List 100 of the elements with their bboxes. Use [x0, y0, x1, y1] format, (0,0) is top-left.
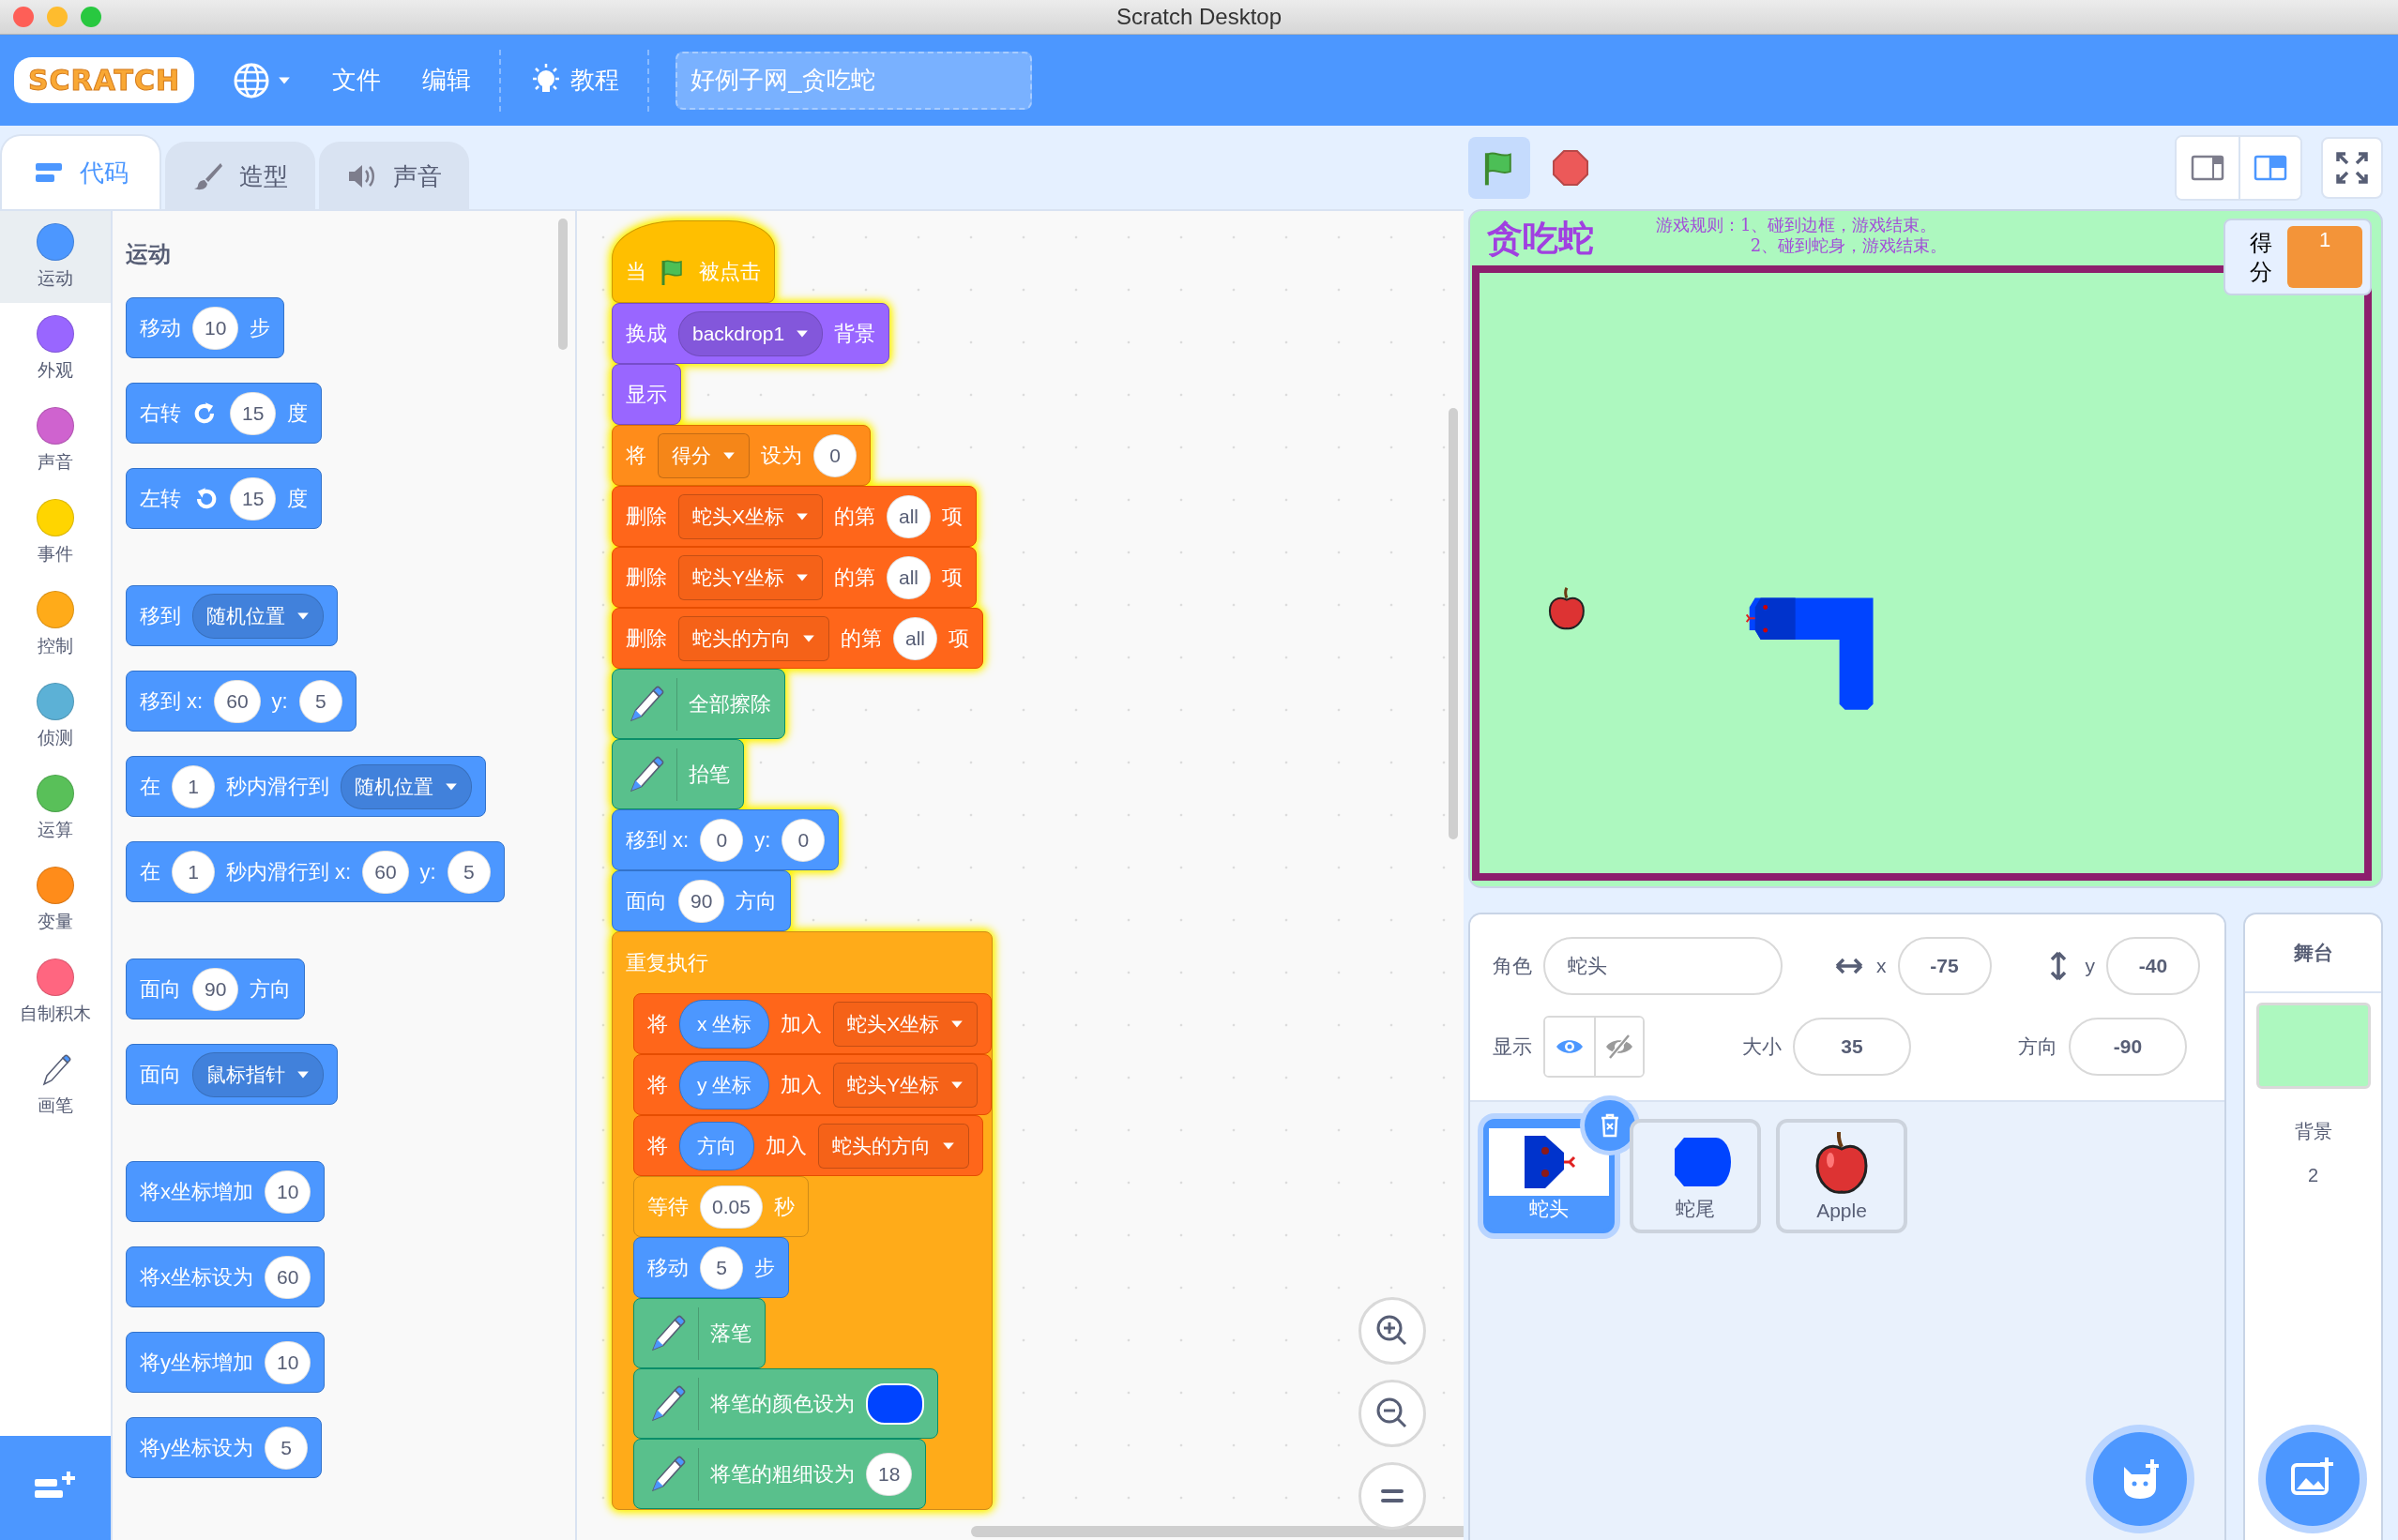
fullscreen-button[interactable]: [2321, 136, 2383, 199]
dropdown-menu[interactable]: 随机位置: [192, 593, 324, 639]
category-item[interactable]: 侦测: [0, 671, 111, 762]
code-block[interactable]: 删除 蛇头Y坐标 的第 all 项: [612, 547, 978, 608]
caret-icon: [796, 328, 810, 339]
block-text: 将: [626, 442, 646, 469]
sprite-tile[interactable]: Apple: [1776, 1119, 1907, 1233]
code-block[interactable]: 将y坐标设为 5: [126, 1417, 322, 1478]
number-input[interactable]: 0: [700, 818, 744, 862]
code-block[interactable]: 面向 90 方向: [612, 870, 792, 931]
code-block[interactable]: 移到 x: 0 y: 0: [612, 809, 840, 870]
number-input[interactable]: 1: [172, 850, 215, 894]
code-block[interactable]: 删除 蛇头X坐标 的第 all 项: [612, 486, 978, 547]
scrollbar[interactable]: [1449, 408, 1458, 839]
block-text: 将y坐标设为: [140, 1434, 253, 1461]
number-input[interactable]: 0: [813, 433, 857, 477]
code-block[interactable]: 显示: [612, 364, 681, 425]
sprite-name-field[interactable]: 蛇头: [1543, 937, 1783, 995]
block-text: 项: [942, 503, 964, 530]
scrollbar[interactable]: [558, 219, 568, 350]
code-block[interactable]: 将x坐标设为 60: [126, 1246, 326, 1307]
globe-icon: [233, 61, 271, 99]
size-field[interactable]: 35: [1793, 1018, 1911, 1076]
code-block[interactable]: 将x坐标增加 10: [126, 1161, 326, 1222]
code-block[interactable]: 面向 鼠标指针: [126, 1044, 338, 1105]
tab[interactable]: 声音: [319, 142, 469, 209]
hide-button[interactable]: [1594, 1018, 1643, 1076]
category-item[interactable]: 自制积木: [0, 946, 111, 1038]
close-button[interactable]: [13, 7, 34, 27]
code-block[interactable]: 移动 5 步: [633, 1237, 789, 1298]
block-text: 项: [942, 564, 964, 591]
dropdown-menu[interactable]: 鼠标指针: [192, 1051, 324, 1097]
x-field[interactable]: -75: [1897, 937, 1992, 995]
number-input[interactable]: 0.05: [700, 1185, 763, 1229]
code-block[interactable]: 左转 15 度: [126, 468, 323, 529]
number-input[interactable]: 60: [362, 850, 409, 894]
apple-sprite[interactable]: [1548, 587, 1585, 630]
number-input[interactable]: 15: [230, 391, 277, 435]
code-block[interactable]: 删除 蛇头的方向 的第 all 项: [612, 608, 983, 669]
category-item[interactable]: 运动: [0, 211, 111, 303]
number-input[interactable]: 5: [447, 850, 491, 894]
field-label: y: [2085, 955, 2095, 977]
code-block[interactable]: 在 1 秒内滑行到 x: 60 y: 5: [126, 841, 505, 902]
maximize-button[interactable]: [81, 7, 101, 27]
scrollbar[interactable]: [971, 1526, 1464, 1537]
backdrop-thumbnail[interactable]: [2255, 1003, 2371, 1089]
y-field[interactable]: -40: [2106, 937, 2200, 995]
number-input[interactable]: 90: [678, 879, 725, 923]
category-item[interactable]: 外观: [0, 303, 111, 395]
block-text: 的第: [834, 564, 875, 591]
block-text: 移到 x:: [626, 826, 690, 853]
sprite-tile[interactable]: 蛇尾: [1630, 1119, 1761, 1233]
start-flag-button[interactable]: [1468, 136, 1530, 199]
color-input[interactable]: [866, 1382, 924, 1425]
code-block[interactable]: 移动 10 步: [126, 297, 285, 358]
snake-sprite[interactable]: [1745, 597, 1874, 710]
code-block[interactable]: 在 1 秒内滑行到 随机位置: [126, 756, 486, 817]
tab[interactable]: 造型: [165, 142, 315, 209]
stage-size-button[interactable]: [2239, 136, 2300, 199]
window-title: Scratch Desktop: [1116, 4, 1282, 30]
number-input[interactable]: 5: [700, 1246, 743, 1290]
number-input[interactable]: 60: [214, 679, 261, 723]
block-text: 的第: [834, 503, 875, 530]
number-input[interactable]: 0: [782, 818, 826, 862]
number-input[interactable]: all: [893, 616, 937, 660]
number-input[interactable]: all: [887, 494, 932, 538]
category-item[interactable]: 运算: [0, 762, 111, 854]
dropdown-menu[interactable]: 随机位置: [341, 763, 472, 809]
number-input[interactable]: 15: [230, 476, 277, 521]
code-block[interactable]: 将 得分 设为 0: [612, 425, 871, 486]
category-item[interactable]: 控制: [0, 579, 111, 671]
stage[interactable]: 贪吃蛇 游戏规则：1、碰到边框，游戏结束。 2、碰到蛇身，游戏结束。 得分 1: [1468, 209, 2383, 888]
block-text: y:: [419, 859, 436, 884]
number-input[interactable]: 10: [265, 1170, 311, 1214]
code-block[interactable]: 将笔的粗细设为 18: [633, 1439, 927, 1509]
code-block[interactable]: 换成 backdrop1 背景: [612, 303, 890, 364]
number-input[interactable]: 60: [265, 1255, 311, 1299]
code-block[interactable]: 移到 随机位置: [126, 585, 338, 646]
number-input[interactable]: 10: [192, 306, 239, 350]
dropdown-menu[interactable]: backdrop1: [678, 310, 824, 356]
direction-field[interactable]: -90: [2069, 1018, 2187, 1076]
category-item[interactable]: 事件: [0, 487, 111, 579]
add-extension-button[interactable]: [0, 1436, 111, 1540]
number-input[interactable]: 18: [866, 1452, 913, 1496]
code-block[interactable]: 等待 0.05 秒: [633, 1176, 809, 1237]
category-item[interactable]: 变量: [0, 854, 111, 946]
number-input[interactable]: 5: [298, 679, 342, 723]
category-item[interactable]: 画笔: [0, 1038, 111, 1130]
number-input[interactable]: 10: [265, 1340, 311, 1384]
code-block[interactable]: 将y坐标增加 10: [126, 1332, 326, 1393]
code-block[interactable]: 面向 90 方向: [126, 959, 306, 1019]
number-input[interactable]: 5: [265, 1426, 308, 1470]
number-input[interactable]: 90: [192, 967, 239, 1011]
code-block[interactable]: 右转 15 度: [126, 383, 323, 444]
loop-block[interactable]: 重复执行 将 x 坐标 加入 蛇头X坐标 将 y 坐标 加入 蛇头Y坐标 将 方向 加入 蛇头的方向 等待 0.05 秒 移动 5 步 落笔 将笔的颜色设为 将笔的粗细设为 18: [612, 931, 994, 1510]
number-input[interactable]: all: [887, 555, 932, 599]
code-block[interactable]: 移到 x: 60 y: 5: [126, 671, 357, 732]
category-item[interactable]: 声音: [0, 395, 111, 487]
monitor-value: 1: [2287, 226, 2362, 288]
number-input[interactable]: 1: [172, 764, 215, 808]
